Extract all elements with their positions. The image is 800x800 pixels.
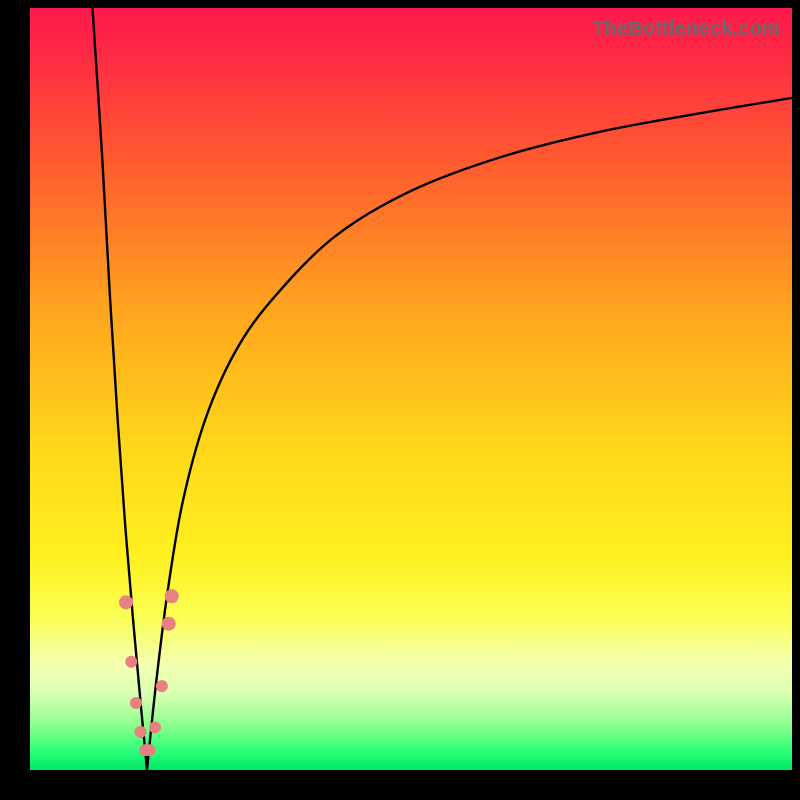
highlight-dot [156, 680, 168, 692]
highlight-dot [165, 589, 179, 603]
watermark-text: TheBottleneck.com [592, 18, 780, 41]
highlight-dot [149, 721, 161, 733]
highlight-dot [130, 697, 142, 709]
highlight-dot [134, 726, 146, 738]
highlight-dot [144, 744, 156, 756]
highlight-dot [162, 617, 176, 631]
chart-frame: TheBottleneck.com [0, 0, 800, 800]
plot-area: TheBottleneck.com [30, 8, 792, 770]
highlight-dot [125, 656, 137, 668]
highlight-dot [119, 595, 133, 609]
highlight-dots [30, 8, 792, 770]
